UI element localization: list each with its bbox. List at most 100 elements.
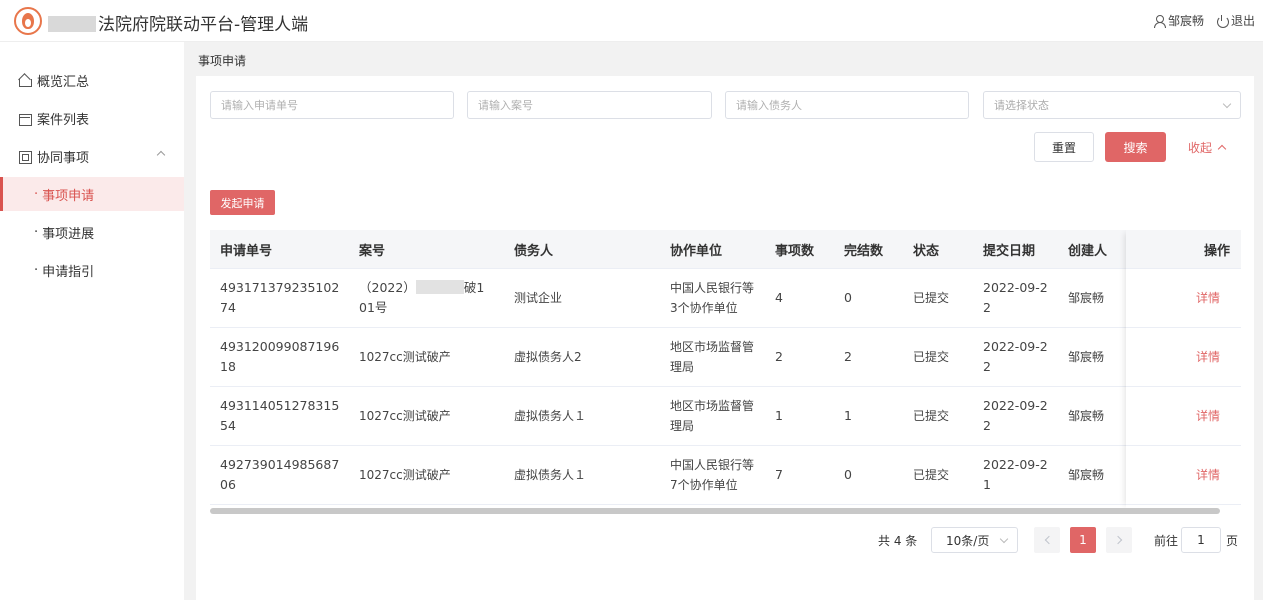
creator-cell: 邹宸畅 (1068, 350, 1105, 364)
detail-link[interactable]: 详情 (1196, 446, 1220, 504)
column-header: 案号 (359, 244, 386, 259)
horizontal-scrollbar[interactable] (210, 508, 1220, 514)
sidebar-subitem-label: 事项申请 (42, 188, 95, 204)
sidebar-subitem-guide[interactable]: · 申请指引 (0, 253, 184, 287)
chevron-right-icon (1113, 535, 1122, 545)
chevron-down-icon (999, 534, 1009, 544)
user-name[interactable]: 邹宸畅 (1168, 12, 1204, 29)
case-no-cell: （2022） 破101号 (359, 280, 485, 315)
debtor-cell: 测试企业 (514, 291, 563, 305)
done-cell: 1 (844, 408, 852, 423)
debtor-cell: 虚拟债务人１ (514, 409, 587, 423)
logout-link[interactable]: 退出 (1231, 12, 1255, 29)
debtor-cell: 虚拟债务人2 (514, 350, 582, 364)
status-cell: 已提交 (913, 409, 950, 423)
column-header: 事项数 (775, 244, 815, 259)
home-icon (18, 74, 32, 87)
applications-table: 申请单号 案号 债务人 协作单位 事项数 完结数 状态 提交日期 创建人 操作 … (210, 230, 1241, 508)
status-cell: 已提交 (913, 291, 950, 305)
date-cell: 2022-09-22 (983, 398, 1048, 433)
case-no-cell: 1027cc测试破产 (359, 350, 451, 364)
sidebar-item-collaboration[interactable]: 协同事项 (0, 138, 184, 174)
chevron-up-icon (156, 150, 166, 160)
table-row: 49273901498568706 1027cc测试破产 虚拟债务人１ 中国人民… (210, 446, 1241, 505)
chevron-down-icon (1222, 99, 1232, 109)
calendar-icon (18, 112, 32, 126)
search-button[interactable]: 搜索 (1105, 132, 1166, 162)
user-icon (1153, 14, 1166, 28)
table-row: 49311405127831554 1027cc测试破产 虚拟债务人１ 地区市场… (210, 387, 1241, 446)
power-icon[interactable] (1216, 14, 1229, 28)
reset-button[interactable]: 重置 (1034, 132, 1094, 162)
detail-link[interactable]: 详情 (1196, 387, 1220, 445)
chevron-up-icon (1217, 144, 1227, 154)
creator-cell: 邹宸畅 (1068, 468, 1105, 482)
status-select[interactable]: 请选择状态 (983, 91, 1241, 119)
creator-cell: 邹宸畅 (1068, 291, 1105, 305)
redacted-region (415, 280, 464, 294)
collapse-link[interactable]: 收起 (1188, 139, 1227, 156)
application-no-cell: 49311405127831554 (220, 398, 340, 433)
detail-link[interactable]: 详情 (1196, 328, 1220, 386)
sidebar-subitem-apply[interactable]: · 事项申请 (0, 177, 184, 211)
column-header: 债务人 (514, 244, 554, 259)
chevron-left-icon (1044, 535, 1053, 545)
status-cell: 已提交 (913, 350, 950, 364)
column-header: 操作 (1204, 244, 1231, 259)
case-no-cell: 1027cc测试破产 (359, 468, 451, 482)
sidebar: 概览汇总 案件列表 协同事项 · 事项申请 · 事项进展 · 申请指引 (0, 42, 184, 600)
column-header: 协作单位 (670, 244, 723, 259)
unit-cell: 地区市场监督管理局 (670, 399, 755, 433)
sidebar-subitem-label: 事项进展 (42, 226, 95, 242)
unit-cell: 地区市场监督管理局 (670, 340, 755, 374)
sidebar-item-label: 概览汇总 (37, 74, 90, 90)
sidebar-subitem-label: 申请指引 (42, 264, 95, 280)
status-cell: 已提交 (913, 468, 950, 482)
done-cell: 2 (844, 349, 852, 364)
detail-link[interactable]: 详情 (1196, 269, 1220, 327)
flame-logo-icon (14, 7, 42, 35)
sidebar-item-label: 案件列表 (37, 112, 90, 128)
sidebar-item-overview[interactable]: 概览汇总 (0, 62, 184, 98)
redacted-region (48, 16, 96, 32)
application-no-cell: 49317137923510274 (220, 280, 340, 315)
table-header: 申请单号 案号 债务人 协作单位 事项数 完结数 状态 提交日期 创建人 操作 (210, 230, 1241, 269)
column-header: 完结数 (844, 244, 884, 259)
case-no-input-wrapper (467, 91, 712, 119)
page-jump-input[interactable]: 1 (1181, 527, 1221, 553)
column-header: 提交日期 (983, 244, 1036, 259)
case-no-cell: 1027cc测试破产 (359, 409, 451, 423)
done-cell: 0 (844, 467, 852, 482)
prev-page-button[interactable] (1034, 527, 1060, 553)
date-cell: 2022-09-22 (983, 339, 1048, 374)
date-cell: 2022-09-21 (983, 457, 1048, 492)
case-no-input[interactable] (478, 98, 711, 112)
application-no-cell: 49273901498568706 (220, 457, 340, 492)
page-jump-label: 前往 (1154, 533, 1179, 548)
sidebar-subitem-progress[interactable]: · 事项进展 (0, 215, 184, 249)
creator-cell: 邹宸畅 (1068, 409, 1105, 423)
application-no-input[interactable] (221, 98, 453, 112)
main-content: 事项申请 请选择状态 重置 搜索 收起 发起申请 申请单号 案号 债务人 (184, 42, 1263, 600)
sidebar-item-cases[interactable]: 案件列表 (0, 100, 184, 136)
items-cell: 7 (775, 467, 783, 482)
debtor-input-wrapper (725, 91, 969, 119)
app-header: 法院府院联动平台-管理人端 邹宸畅 退出 (0, 0, 1263, 42)
page-suffix-label: 页 (1226, 533, 1239, 548)
debtor-input[interactable] (736, 98, 968, 112)
document-icon (18, 150, 32, 164)
table-row: 49317137923510274 （2022） 破101号 测试企业 中国人民银… (210, 269, 1241, 328)
application-no-input-wrapper (210, 91, 454, 119)
debtor-cell: 虚拟债务人１ (514, 468, 587, 482)
unit-cell: 中国人民银行等7个协作单位 (670, 458, 755, 492)
next-page-button[interactable] (1106, 527, 1132, 553)
application-no-cell: 49312009908719618 (220, 339, 340, 374)
items-cell: 2 (775, 349, 783, 364)
page-number-current[interactable]: 1 (1070, 527, 1096, 553)
items-cell: 4 (775, 290, 783, 305)
new-application-button[interactable]: 发起申请 (210, 190, 275, 215)
column-header: 申请单号 (220, 244, 273, 259)
page-size-select[interactable]: 10条/页 (931, 527, 1018, 553)
column-header: 创建人 (1068, 244, 1108, 259)
main-panel: 请选择状态 重置 搜索 收起 发起申请 申请单号 案号 债务人 协作单位 事项数… (196, 76, 1254, 600)
